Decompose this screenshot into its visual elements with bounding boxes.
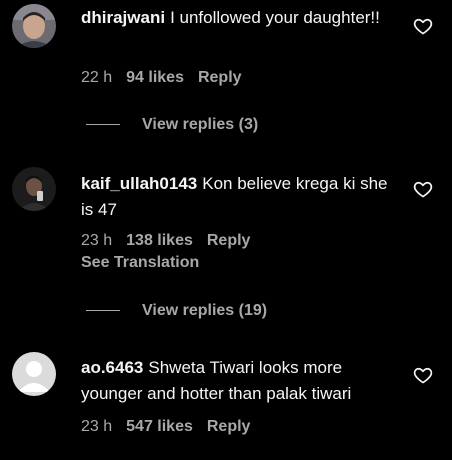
comment-username[interactable]: ao.6463 <box>81 358 143 377</box>
comment-time: 23 h <box>81 418 113 435</box>
avatar[interactable] <box>12 167 56 211</box>
reply-button[interactable]: Reply <box>207 232 251 249</box>
heart-outline-icon[interactable] <box>413 16 433 36</box>
comment-meta: 22 h 94 likes Reply <box>81 68 242 88</box>
comment-time: 23 h <box>81 232 113 249</box>
comment-likes[interactable]: 547 likes <box>126 418 193 435</box>
comment-meta: 23 h 547 likes Reply <box>81 417 250 437</box>
heart-outline-icon[interactable] <box>413 179 433 199</box>
comment-meta: 23 h 138 likes Reply <box>81 231 250 251</box>
reply-button[interactable]: Reply <box>207 418 251 435</box>
replies-divider <box>86 310 120 312</box>
see-translation-button[interactable]: See Translation <box>81 254 199 272</box>
reply-button[interactable]: Reply <box>198 69 242 86</box>
comment-body: dhirajwani I unfollowed your daughter!! <box>81 5 399 31</box>
avatar[interactable] <box>12 4 56 48</box>
view-replies-label: View replies (19) <box>142 302 268 319</box>
comment-body: ao.6463 Shweta Tiwari looks more younger … <box>81 355 399 407</box>
default-avatar-icon[interactable] <box>12 352 56 396</box>
comment-text: I unfollowed your daughter!! <box>170 8 380 27</box>
replies-divider <box>86 124 120 126</box>
comment-likes[interactable]: 94 likes <box>126 69 184 86</box>
comment-username[interactable]: dhirajwani <box>81 8 165 27</box>
comment-time: 22 h <box>81 69 113 86</box>
view-replies-button[interactable]: View replies (19) <box>86 302 267 320</box>
comment-username[interactable]: kaif_ullah0143 <box>81 174 197 193</box>
comment-body: kaif_ullah0143 Kon believe krega ki she i… <box>81 171 399 223</box>
heart-outline-icon[interactable] <box>413 365 433 385</box>
view-replies-button[interactable]: View replies (3) <box>86 116 258 134</box>
comment-likes[interactable]: 138 likes <box>126 232 193 249</box>
view-replies-label: View replies (3) <box>142 116 259 133</box>
